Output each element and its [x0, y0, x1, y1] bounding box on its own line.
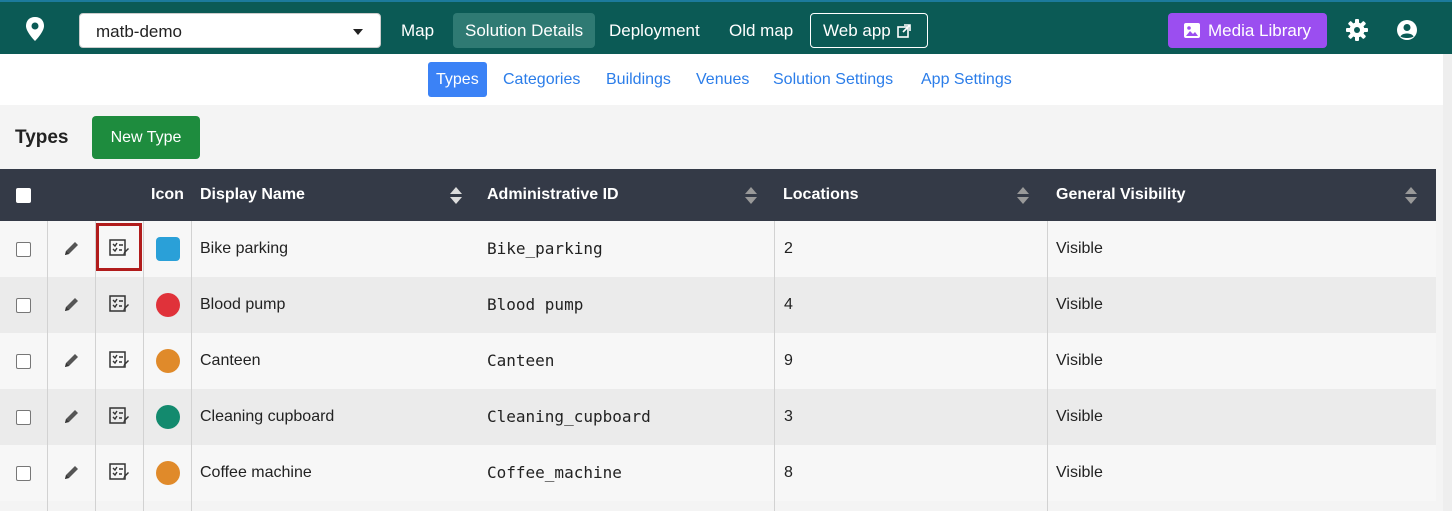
- column-divider: [47, 221, 48, 511]
- table-header: Icon Display Name Administrative ID Loca…: [0, 169, 1436, 221]
- table-row: Cleaning cupboard Cleaning_cupboard 3 Vi…: [0, 389, 1436, 445]
- broom-icon: [156, 405, 180, 429]
- edit-list-icon[interactable]: [109, 463, 129, 481]
- project-select[interactable]: matb-demo: [79, 13, 381, 48]
- new-type-button[interactable]: New Type: [92, 116, 200, 159]
- row-checkbox[interactable]: [16, 410, 31, 425]
- gear-icon[interactable]: [1346, 19, 1368, 41]
- sort-icon[interactable]: [1405, 187, 1417, 205]
- cell-locations: 3: [784, 408, 793, 425]
- media-library-button[interactable]: Media Library: [1168, 13, 1327, 48]
- pencil-icon[interactable]: [63, 352, 80, 369]
- tab-categories[interactable]: Categories: [495, 62, 588, 97]
- table-row: Bike parking Bike_parking 2 Visible: [0, 221, 1436, 277]
- cell-general-visibility: Visible: [1056, 296, 1103, 313]
- column-divider: [191, 221, 192, 511]
- column-header-general-visibility[interactable]: General Visibility: [1056, 169, 1186, 221]
- column-header-administrative-id[interactable]: Administrative ID: [487, 169, 619, 221]
- nav-link-solution-details[interactable]: Solution Details: [453, 13, 596, 48]
- sort-icon[interactable]: [450, 187, 462, 205]
- cell-locations: 4: [784, 296, 793, 313]
- nav-link-deployment[interactable]: Deployment: [597, 13, 712, 48]
- edit-list-icon[interactable]: [109, 351, 129, 369]
- column-divider: [1047, 221, 1048, 511]
- media-library-label: Media Library: [1208, 21, 1311, 40]
- row-checkbox[interactable]: [16, 298, 31, 313]
- cell-administrative-id: Canteen: [487, 351, 555, 370]
- project-select-value: matb-demo: [96, 22, 182, 41]
- sort-icon[interactable]: [745, 187, 757, 205]
- column-header-icon: Icon: [151, 186, 184, 203]
- cell-locations: 2: [784, 240, 793, 257]
- page-title: Types: [15, 127, 69, 148]
- column-header-locations[interactable]: Locations: [783, 169, 859, 221]
- cell-administrative-id: Coffee_machine: [487, 463, 622, 482]
- edit-list-icon[interactable]: [109, 239, 129, 257]
- pencil-icon[interactable]: [63, 408, 80, 425]
- pencil-icon[interactable]: [63, 296, 80, 313]
- cell-administrative-id: Bike_parking: [487, 239, 603, 258]
- cell-general-visibility: Visible: [1056, 464, 1103, 481]
- column-divider: [95, 221, 96, 511]
- tab-types[interactable]: Types: [428, 62, 487, 97]
- image-icon: [1184, 23, 1200, 38]
- row-checkbox[interactable]: [16, 354, 31, 369]
- table-row: Canteen Canteen 9 Visible: [0, 333, 1436, 389]
- cell-general-visibility: Visible: [1056, 408, 1103, 425]
- coffee-icon: [156, 461, 180, 485]
- pencil-icon[interactable]: [63, 464, 80, 481]
- cell-general-visibility: Visible: [1056, 240, 1103, 257]
- top-navbar: matb-demo Map Solution Details Deploymen…: [0, 0, 1452, 54]
- nav-link-old-map[interactable]: Old map: [717, 13, 805, 48]
- external-link-icon: [897, 24, 911, 38]
- sub-navigation: Types Categories Buildings Venues Soluti…: [0, 54, 1452, 105]
- cell-display-name: Cleaning cupboard: [200, 408, 335, 425]
- cutlery-icon: [156, 349, 180, 373]
- cell-general-visibility: Visible: [1056, 352, 1103, 369]
- nav-link-map[interactable]: Map: [389, 13, 446, 48]
- heart-icon: [156, 293, 180, 317]
- location-pin-icon[interactable]: [24, 16, 46, 42]
- cell-administrative-id: Blood pump: [487, 295, 584, 314]
- cell-display-name: Canteen: [200, 352, 261, 369]
- row-checkbox[interactable]: [16, 466, 31, 481]
- cell-display-name: Blood pump: [200, 296, 286, 313]
- page-header: Types New Type: [0, 105, 1452, 169]
- pencil-icon[interactable]: [63, 240, 80, 257]
- tab-app-settings[interactable]: App Settings: [913, 62, 1020, 97]
- web-app-label: Web app: [823, 21, 891, 40]
- table-row: Coffee machine Coffee_machine 8 Visible: [0, 445, 1436, 501]
- user-avatar-icon[interactable]: [1396, 19, 1418, 41]
- column-header-display-name[interactable]: Display Name: [200, 169, 305, 221]
- chevron-down-icon: [353, 29, 363, 35]
- column-divider: [143, 221, 144, 511]
- tab-solution-settings[interactable]: Solution Settings: [765, 62, 901, 97]
- column-divider: [774, 221, 775, 511]
- cell-locations: 9: [784, 352, 793, 369]
- table-row: Blood pump Blood pump 4 Visible: [0, 277, 1436, 333]
- bike-icon: [156, 237, 180, 261]
- cell-locations: 8: [784, 464, 793, 481]
- cell-display-name: Bike parking: [200, 240, 289, 257]
- cell-administrative-id: Cleaning_cupboard: [487, 407, 651, 426]
- edit-list-icon[interactable]: [109, 407, 129, 425]
- tab-buildings[interactable]: Buildings: [598, 62, 679, 97]
- cell-display-name: Coffee machine: [200, 464, 312, 481]
- scrollbar[interactable]: [1443, 54, 1452, 511]
- select-all-checkbox[interactable]: [16, 188, 31, 203]
- web-app-button[interactable]: Web app: [810, 13, 928, 48]
- edit-list-icon[interactable]: [109, 295, 129, 313]
- tab-venues[interactable]: Venues: [688, 62, 757, 97]
- row-checkbox[interactable]: [16, 242, 31, 257]
- sort-icon[interactable]: [1017, 187, 1029, 205]
